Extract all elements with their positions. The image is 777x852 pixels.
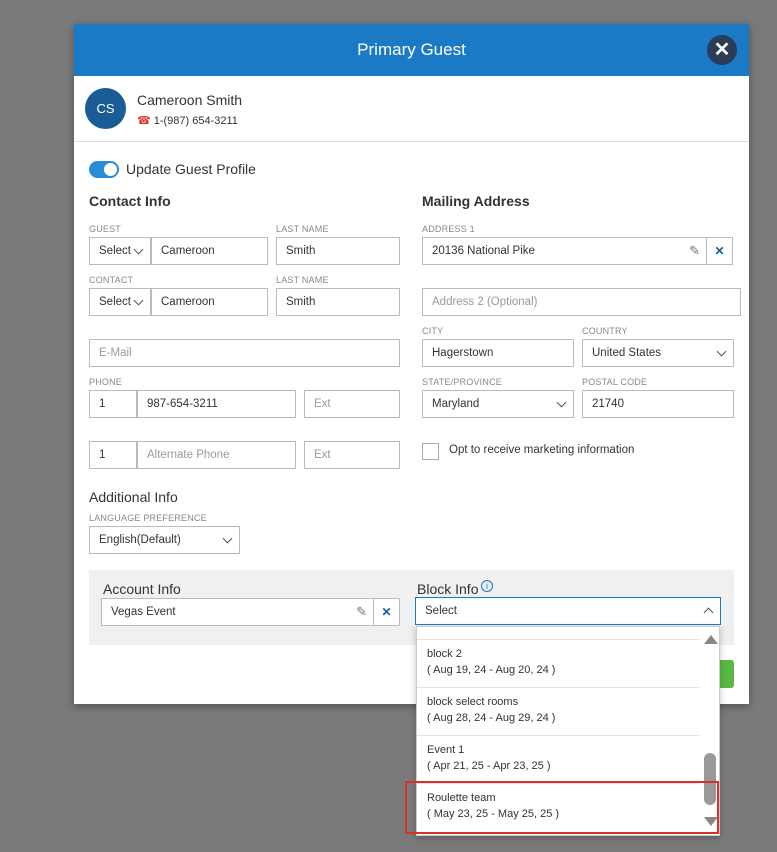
phone-ext-input[interactable]: Ext	[304, 390, 400, 418]
guest-label: GUEST	[89, 224, 122, 234]
guest-summary: CS Cameroon Smith ☎ 1-(987) 654-3211	[74, 76, 749, 142]
block-option[interactable]: block 2 ( Aug 19, 24 - Aug 20, 24 )	[417, 640, 699, 688]
phone-label: PHONE	[89, 377, 123, 387]
highlight-box	[405, 781, 719, 834]
city-input[interactable]: Hagerstown	[422, 339, 574, 367]
account-input[interactable]: Vegas Event ✎	[101, 598, 374, 626]
mailing-address-title: Mailing Address	[422, 193, 530, 209]
marketing-label: Opt to receive marketing information	[449, 444, 635, 456]
update-profile-toggle[interactable]	[89, 161, 119, 178]
alt-phone-input[interactable]: Alternate Phone	[137, 441, 296, 469]
chevron-down-icon	[716, 346, 727, 357]
country-select[interactable]: United States	[582, 339, 734, 367]
guest-last-name-label: LAST NAME	[276, 224, 329, 234]
pencil-icon[interactable]: ✎	[356, 599, 367, 625]
guest-phone-row: ☎ 1-(987) 654-3211	[137, 114, 238, 127]
additional-info-title: Additional Info	[89, 489, 178, 505]
chevron-down-icon	[133, 244, 144, 255]
address2-input[interactable]: Address 2 (Optional)	[422, 288, 741, 316]
alt-phone-ext-input[interactable]: Ext	[304, 441, 400, 469]
language-label: LANGUAGE PREFERENCE	[89, 513, 207, 523]
alt-phone-country-code[interactable]: 1	[89, 441, 137, 469]
guest-first-name-input[interactable]: Cameroon	[151, 237, 268, 265]
close-icon[interactable]: ✕	[707, 35, 737, 65]
contact-label: CONTACT	[89, 275, 134, 285]
phone-number-input[interactable]: 987-654-3211	[137, 390, 296, 418]
contact-prefix-select[interactable]: Select	[89, 288, 151, 316]
modal-header: Primary Guest ✕	[74, 24, 749, 76]
clear-address-button[interactable]: ✕	[706, 237, 733, 265]
avatar: CS	[85, 88, 126, 129]
contact-last-name-input[interactable]: Smith	[276, 288, 400, 316]
block-option[interactable]: Event 1 ( Apr 21, 25 - Apr 23, 25 )	[417, 736, 699, 784]
info-icon[interactable]: i	[481, 580, 493, 592]
guest-phone: 1-(987) 654-3211	[153, 115, 238, 127]
block-select[interactable]: Select	[415, 597, 721, 625]
phone-icon: ☎	[137, 115, 151, 127]
block-info-title: Block Info	[417, 581, 479, 597]
email-field[interactable]: E-Mail	[89, 339, 400, 367]
city-label: CITY	[422, 326, 444, 336]
clear-account-button[interactable]: ✕	[373, 598, 400, 626]
guest-last-name-input[interactable]: Smith	[276, 237, 400, 265]
address1-label: ADDRESS 1	[422, 224, 475, 234]
guest-name: Cameroon Smith	[137, 92, 243, 108]
modal-title: Primary Guest	[357, 40, 466, 59]
chevron-down-icon	[133, 295, 144, 306]
marketing-checkbox[interactable]	[422, 443, 439, 460]
chevron-down-icon	[222, 533, 233, 544]
list-item[interactable]	[417, 627, 699, 640]
address1-input[interactable]: 20136 National Pike ✎	[422, 237, 707, 265]
contact-info-title: Contact Info	[89, 193, 171, 209]
contact-first-name-input[interactable]: Cameroon	[151, 288, 268, 316]
state-select[interactable]: Maryland	[422, 390, 574, 418]
contact-last-name-label: LAST NAME	[276, 275, 329, 285]
block-option[interactable]: block select rooms ( Aug 28, 24 - Aug 29…	[417, 688, 699, 736]
postal-code-input[interactable]: 21740	[582, 390, 734, 418]
phone-country-code[interactable]: 1	[89, 390, 137, 418]
chevron-down-icon	[556, 397, 567, 408]
guest-prefix-select[interactable]: Select	[89, 237, 151, 265]
chevron-up-icon	[703, 607, 714, 618]
postal-label: POSTAL CODE	[582, 377, 648, 387]
language-select[interactable]: English(Default)	[89, 526, 240, 554]
country-label: COUNTRY	[582, 326, 628, 336]
update-profile-label: Update Guest Profile	[126, 161, 256, 177]
account-info-title: Account Info	[103, 581, 181, 597]
pencil-icon[interactable]: ✎	[689, 238, 700, 264]
scroll-up-icon[interactable]	[704, 635, 718, 644]
state-label: STATE/PROVINCE	[422, 377, 502, 387]
